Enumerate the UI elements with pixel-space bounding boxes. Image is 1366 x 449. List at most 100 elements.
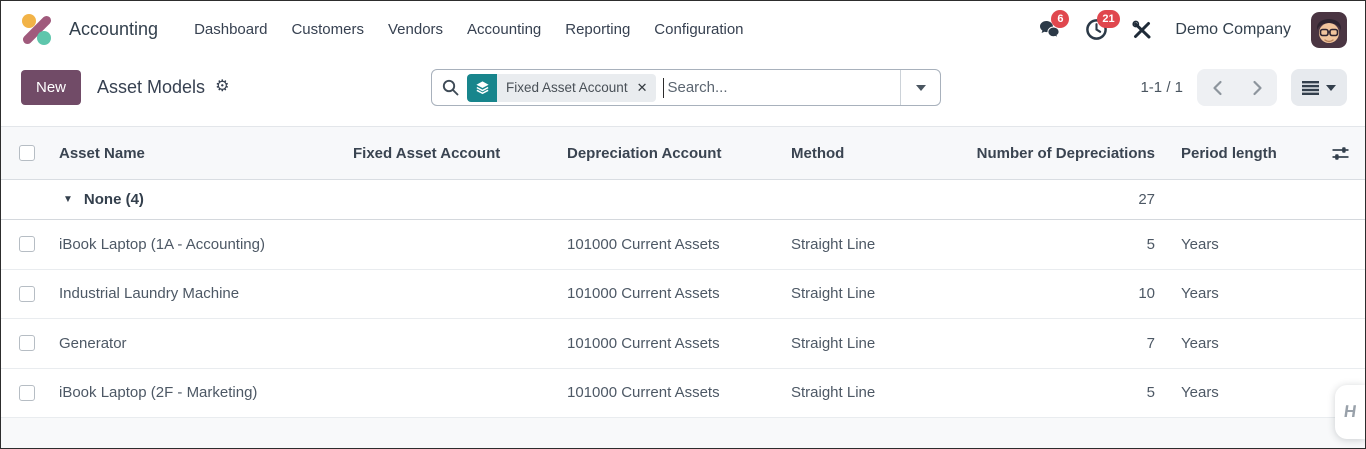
group-by-layers-icon: [467, 73, 497, 102]
cell-number-of-depreciations: 5: [1146, 235, 1155, 253]
cell-method: Straight Line: [791, 334, 876, 352]
cell-asset-name: Generator: [59, 334, 127, 352]
header-number-of-depreciations[interactable]: Number of Depreciations: [965, 127, 1161, 179]
group-period-spacer: [1161, 180, 1311, 219]
cell-asset-name: iBook Laptop (2F - Marketing): [59, 384, 258, 402]
group-row-none[interactable]: ▼ None (4) 27: [1, 180, 1365, 220]
row-checkbox[interactable]: [19, 335, 35, 352]
header-period-length[interactable]: Period length: [1161, 127, 1311, 179]
cell-period-length: Years: [1181, 285, 1219, 303]
new-button[interactable]: New: [21, 69, 82, 105]
accounting-app-logo-icon[interactable]: [19, 12, 55, 48]
optional-columns-cell: [1311, 127, 1365, 179]
activities-button[interactable]: 21: [1083, 9, 1120, 43]
cell-method: Straight Line: [791, 285, 876, 303]
menu-item[interactable]: Accounting: [455, 13, 553, 46]
debug-tools-button[interactable]: [1129, 17, 1155, 43]
header-fixed-asset-account[interactable]: Fixed Asset Account: [353, 127, 567, 179]
dropdown-caret-icon: [915, 84, 926, 91]
group-gear-spacer: [1311, 180, 1365, 219]
messages-button[interactable]: 6: [1037, 9, 1070, 43]
menu-item[interactable]: Reporting: [553, 13, 642, 46]
select-all-checkbox[interactable]: [19, 145, 35, 161]
row-check-cell: [1, 220, 47, 269]
menu-item[interactable]: Customers: [279, 13, 376, 46]
row-checkbox[interactable]: [19, 236, 35, 253]
top-navbar: Accounting Dashboard Customers Vendors A…: [1, 1, 1365, 58]
page-title: Asset Models: [97, 76, 206, 97]
cell-asset-name: Industrial Laundry Machine: [59, 285, 240, 303]
pager-previous-button[interactable]: [1197, 69, 1237, 106]
cell-fixed-asset-account: [353, 220, 567, 269]
floating-widget[interactable]: H: [1335, 385, 1365, 439]
cell-depreciation-account: 101000 Current Assets: [567, 384, 720, 402]
cell-period-length: Years: [1181, 235, 1219, 253]
search-icon: [442, 79, 459, 96]
search-input[interactable]: Search...: [667, 79, 727, 96]
menu-item[interactable]: Dashboard: [182, 13, 279, 46]
view-switcher-caret-icon: [1326, 84, 1336, 91]
group-check-spacer: [1, 180, 47, 219]
row-checkbox[interactable]: [19, 384, 35, 401]
group-expand-icon[interactable]: ▼: [63, 194, 73, 205]
row-check-cell: [1, 319, 47, 368]
user-avatar[interactable]: [1311, 11, 1347, 48]
cell-asset-name: iBook Laptop (1A - Accounting): [59, 235, 265, 253]
table-row[interactable]: Industrial Laundry Machine 101000 Curren…: [1, 269, 1365, 319]
facet-body: Fixed Asset Account ✕: [497, 73, 657, 102]
view-switcher-button[interactable]: [1291, 69, 1347, 106]
menu-item[interactable]: Vendors: [376, 13, 455, 46]
table-header-row: Asset Name Fixed Asset Account Depreciat…: [1, 126, 1365, 180]
spacer: [1, 116, 1365, 126]
row-check-cell: [1, 369, 47, 418]
header-depreciation-account[interactable]: Depreciation Account: [567, 127, 791, 179]
control-panel: New Asset Models ⚙ Fixed Asset Account ✕…: [1, 58, 1365, 116]
activities-count-badge: 21: [1097, 9, 1120, 28]
chevron-left-icon: [1212, 80, 1222, 95]
list-view-icon: [1302, 80, 1319, 95]
search-facet-groupby[interactable]: Fixed Asset Account ✕: [467, 73, 657, 102]
cell-method: Straight Line: [791, 235, 876, 253]
cell-depreciation-account: 101000 Current Assets: [567, 285, 720, 303]
optional-columns-icon[interactable]: [1332, 146, 1349, 161]
cell-gear-spacer: [1311, 270, 1365, 319]
cell-depreciation-account: 101000 Current Assets: [567, 235, 720, 253]
accounting-app-window: Accounting Dashboard Customers Vendors A…: [0, 0, 1366, 449]
table-body: iBook Laptop (1A - Accounting) 101000 Cu…: [1, 220, 1365, 418]
cell-depreciation-account: 101000 Current Assets: [567, 334, 720, 352]
group-label-cell: ▼ None (4): [47, 180, 965, 219]
cell-period-length: Years: [1181, 384, 1219, 402]
cell-fixed-asset-account: [353, 369, 567, 418]
cell-number-of-depreciations: 7: [1146, 334, 1155, 352]
pager-next-button[interactable]: [1237, 69, 1277, 106]
chevron-right-icon: [1252, 80, 1262, 95]
messages-count-badge: 6: [1051, 9, 1070, 28]
cell-fixed-asset-account: [353, 270, 567, 319]
facet-label: Fixed Asset Account: [506, 80, 628, 95]
cell-gear-spacer: [1311, 319, 1365, 368]
cell-period-length: Years: [1181, 334, 1219, 352]
text-cursor: [663, 77, 665, 98]
table-row[interactable]: iBook Laptop (1A - Accounting) 101000 Cu…: [1, 220, 1365, 270]
table-row[interactable]: iBook Laptop (2F - Marketing) 101000 Cur…: [1, 368, 1365, 418]
header-asset-name[interactable]: Asset Name: [47, 127, 353, 179]
navbar-right: 6 21 Demo Company: [1037, 9, 1347, 48]
row-checkbox[interactable]: [19, 285, 35, 302]
cell-gear-spacer: [1311, 220, 1365, 269]
floating-widget-glyph: H: [1342, 402, 1358, 421]
group-label: None (4): [83, 191, 144, 208]
remove-facet-icon[interactable]: ✕: [637, 81, 648, 94]
pager-buttons: [1197, 69, 1277, 106]
table-row[interactable]: Generator 101000 Current Assets Straight…: [1, 319, 1365, 369]
header-method[interactable]: Method: [791, 127, 965, 179]
select-all-cell: [1, 127, 47, 179]
search-bar[interactable]: Fixed Asset Account ✕ Search...: [431, 69, 941, 106]
actions-gear-icon[interactable]: ⚙: [215, 79, 229, 95]
row-check-cell: [1, 270, 47, 319]
company-switcher[interactable]: Demo Company: [1175, 21, 1291, 39]
search-options-toggle[interactable]: [900, 70, 940, 105]
menu-item[interactable]: Configuration: [642, 13, 755, 46]
app-name[interactable]: Accounting: [69, 19, 158, 40]
group-depreciations-sum: 27: [1138, 191, 1155, 208]
pager-area: 1-1 / 1: [1140, 69, 1347, 106]
